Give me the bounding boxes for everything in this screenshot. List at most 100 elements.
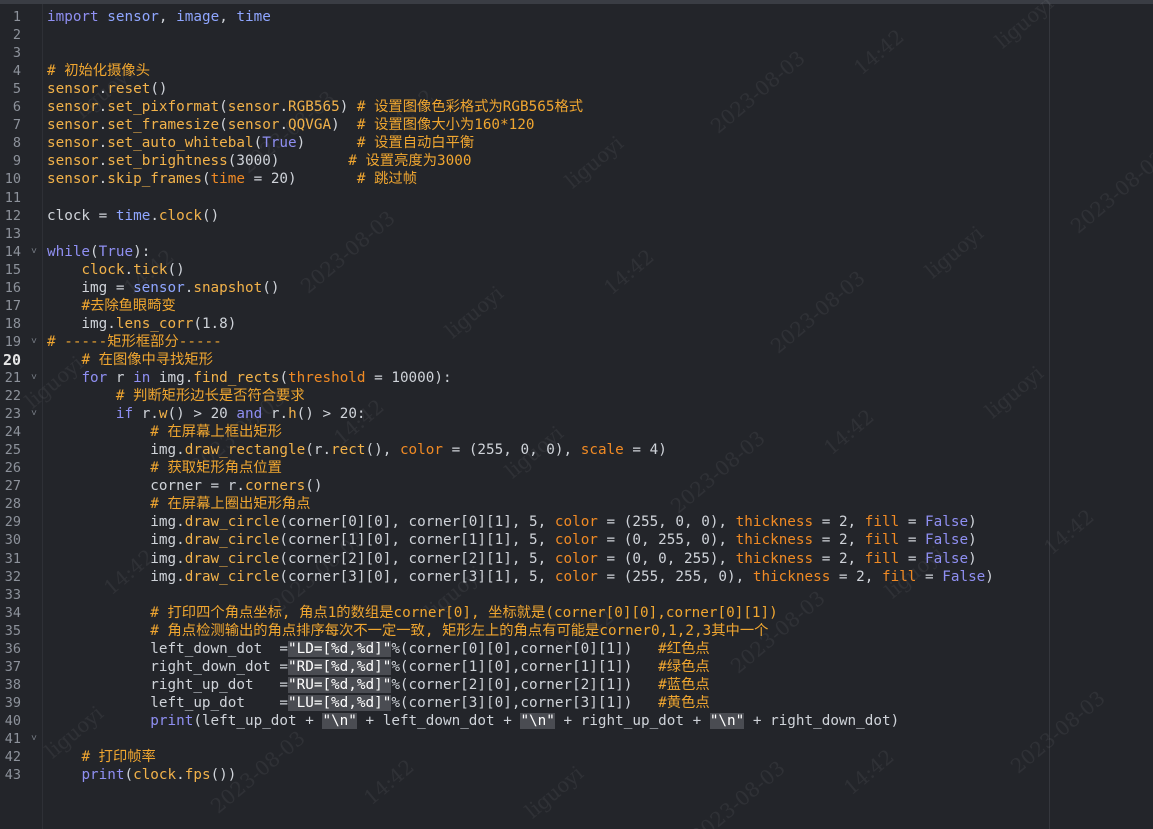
- code-token: ): [331, 117, 357, 134]
- code-line[interactable]: sensor.reset(): [47, 80, 168, 98]
- fold-toggle-icon[interactable]: ˅: [29, 730, 39, 748]
- code-line[interactable]: sensor.set_pixformat(sensor.RGB565) # 设置…: [47, 98, 583, 116]
- code-token: lens_corr: [115, 315, 194, 332]
- code-line[interactable]: # 初始化摄像头: [47, 62, 150, 80]
- code-line[interactable]: corner = r.corners(): [47, 477, 322, 495]
- code-line[interactable]: # 在屏幕上圈出矩形角点: [47, 495, 310, 513]
- code-line[interactable]: print(left_up_dot + "\n" + left_down_dot…: [47, 712, 899, 730]
- code-token: sensor: [227, 117, 280, 134]
- code-token: False: [925, 514, 969, 531]
- code-line[interactable]: clock = time.clock(): [47, 207, 219, 225]
- code-line[interactable]: sensor.set_framesize(sensor.QQVGA) # 设置图…: [47, 116, 534, 134]
- line-number: 11: [4, 189, 21, 206]
- line-number: 5: [12, 81, 21, 98]
- line-number: 12: [4, 207, 21, 224]
- code-line[interactable]: left_up_dot ="LU=[%d,%d]"%(corner[3][0],…: [47, 694, 710, 712]
- fold-toggle-icon[interactable]: ˅: [29, 405, 39, 423]
- code-line[interactable]: img.draw_circle(corner[3][0], corner[3][…: [47, 568, 994, 586]
- code-token: thickness: [735, 550, 814, 567]
- code-line[interactable]: img.draw_circle(corner[2][0], corner[2][…: [47, 550, 976, 568]
- code-token: (: [219, 99, 228, 116]
- code-line[interactable]: sensor.set_auto_whitebal(True) # 设置自动白平衡: [47, 134, 474, 152]
- code-line[interactable]: print(clock.fps()): [47, 766, 236, 784]
- code-token: img.: [47, 442, 185, 459]
- code-line[interactable]: img.lens_corr(1.8): [47, 315, 236, 333]
- code-token: set_pixformat: [107, 99, 220, 116]
- code-line[interactable]: # -----矩形框部分-----: [47, 333, 222, 351]
- code-token: (: [201, 171, 211, 188]
- code-token: False: [942, 568, 986, 585]
- code-token: img.: [47, 315, 116, 332]
- code-line[interactable]: sensor.skip_frames(time = 20) # 跳过帧: [47, 170, 417, 188]
- code-token: sensor: [47, 81, 99, 98]
- code-token: # 设置亮度为3000: [348, 153, 472, 170]
- code-line[interactable]: img.draw_circle(corner[0][0], corner[0][…: [47, 513, 976, 531]
- line-number: 6: [12, 99, 21, 116]
- line-number: 28: [4, 496, 21, 513]
- code-token: #黄色点: [658, 694, 710, 711]
- fold-toggle-icon[interactable]: ˅: [29, 369, 39, 387]
- code-line[interactable]: # 判断矩形边长是否符合要求: [47, 387, 305, 405]
- code-token: and: [236, 406, 263, 423]
- code-token: %(corner[0][0],corner[0][1]): [391, 640, 659, 657]
- code-token: sensor: [47, 117, 99, 134]
- code-token: =: [899, 550, 926, 567]
- line-number: 14: [4, 243, 21, 260]
- watermark-text: 14:42: [599, 244, 659, 300]
- watermark-text: 2023-08-03: [1065, 145, 1153, 239]
- line-number: 8: [12, 135, 21, 152]
- code-token: #去除鱼眼畸变: [81, 297, 176, 314]
- code-token: ):: [133, 243, 151, 260]
- code-line[interactable]: # 打印帧率: [47, 748, 155, 766]
- code-line[interactable]: import sensor, image, time: [47, 8, 271, 26]
- code-token: corners: [244, 478, 306, 495]
- watermark-text: 2023-08-03: [665, 425, 770, 519]
- code-token: # 设置图像大小为160*120: [356, 117, 535, 134]
- code-editor[interactable]: liguoyi 2023-08-03 14:42 liguoyi 2023-08-03 1…: [0, 0, 1153, 829]
- code-token: (3000): [227, 153, 349, 170]
- code-line[interactable]: left_down_dot ="LD=[%d,%d]"%(corner[0][0…: [47, 640, 710, 658]
- code-line[interactable]: # 获取矩形角点位置: [47, 459, 282, 477]
- code-token: left_up_dot =: [47, 694, 289, 711]
- code-line[interactable]: clock.tick(): [47, 261, 184, 279]
- code-token: fill: [864, 550, 900, 567]
- code-line[interactable]: # 打印四个角点坐标, 角点1的数组是corner[0], 坐标就是(corne…: [47, 604, 777, 622]
- line-number: 27: [4, 478, 21, 495]
- code-token: image: [176, 9, 220, 25]
- code-line[interactable]: # 在屏幕上框出矩形: [47, 423, 282, 441]
- code-token: () > 20: [167, 406, 237, 423]
- code-line[interactable]: img.draw_circle(corner[1][0], corner[1][…: [47, 531, 976, 549]
- code-token: (: [219, 117, 228, 134]
- code-line[interactable]: sensor.set_brightness(3000) # 设置亮度为3000: [47, 152, 471, 170]
- code-line[interactable]: for r in img.find_rects(threshold = 1000…: [47, 369, 451, 387]
- code-line[interactable]: #去除鱼眼畸变: [47, 297, 176, 315]
- line-number: 33: [4, 586, 21, 603]
- code-token: clock: [81, 261, 125, 278]
- line-number: 13: [4, 225, 21, 242]
- code-token: right_up_dot =: [47, 676, 289, 693]
- code-line[interactable]: while(True):: [47, 243, 150, 261]
- code-line[interactable]: if r.w() > 20 and r.h() > 20:: [47, 405, 366, 423]
- code-line[interactable]: img = sensor.snapshot(): [47, 279, 279, 297]
- line-number: 17: [4, 297, 21, 314]
- watermark-text: liguoyi: [560, 130, 628, 194]
- code-token: .: [98, 81, 108, 98]
- code-line[interactable]: right_up_dot ="RU=[%d,%d]"%(corner[2][0]…: [47, 676, 710, 694]
- line-number: 37: [4, 658, 21, 675]
- line-number: 2: [12, 27, 21, 44]
- fold-toggle-icon[interactable]: ˅: [29, 333, 39, 351]
- code-token: .: [98, 171, 108, 188]
- code-line[interactable]: img.draw_rectangle(r.rect(), color = (25…: [47, 441, 667, 459]
- code-token: .: [98, 99, 108, 116]
- code-line[interactable]: # 在图像中寻找矩形: [47, 351, 213, 369]
- fold-toggle-icon[interactable]: ˅: [29, 243, 39, 261]
- code-line[interactable]: right_down_dot ="RD=[%d,%d]"%(corner[1][…: [47, 658, 710, 676]
- code-token: # -----矩形框部分-----: [47, 333, 222, 350]
- code-token: sensor: [133, 279, 185, 296]
- code-token: False: [925, 532, 969, 549]
- code-line[interactable]: # 角点检测输出的角点排序每次不一定一致, 矩形左上的角点有可能是corner0…: [47, 622, 768, 640]
